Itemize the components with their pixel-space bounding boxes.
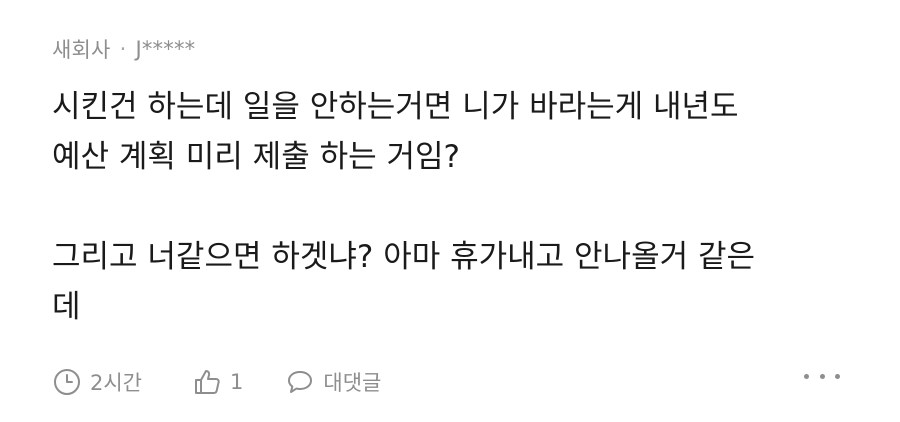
timestamp: 2시간: [52, 367, 142, 397]
comment-meta: 새회사 · J*****: [52, 34, 195, 64]
like-count: 1: [230, 370, 244, 394]
author-name[interactable]: J*****: [135, 37, 195, 61]
clock-icon: [52, 367, 82, 397]
more-options-button[interactable]: [804, 364, 840, 388]
reply-label: 대댓글: [323, 371, 382, 395]
like-button[interactable]: 1: [192, 367, 243, 397]
thumbs-up-icon: [192, 367, 222, 397]
more-horizontal-icon: [804, 373, 809, 379]
comment-body: 시킨건 하는데 일을 안하는거면 니가 바라는게 내년도 예산 계획 미리 제출…: [52, 82, 852, 332]
comment-paragraph: 시킨건 하는데 일을 안하는거면 니가 바라는게 내년도 예산 계획 미리 제출…: [52, 89, 739, 175]
author-company[interactable]: 새회사: [52, 34, 111, 64]
comment-paragraph: 그리고 너같으면 하겟냐? 아마 휴가내고 안나올거 같은 데: [52, 239, 756, 325]
speech-bubble-icon: [285, 367, 315, 397]
meta-separator: ·: [119, 37, 127, 61]
comment-card: 새회사 · J***** 시킨건 하는데 일을 안하는거면 니가 바라는게 내년…: [0, 0, 900, 422]
timestamp-label: 2시간: [90, 371, 143, 395]
more-horizontal-icon: [835, 373, 840, 379]
reply-button[interactable]: 대댓글: [285, 367, 381, 397]
comment-actions: 2시간 1 대댓글: [52, 362, 381, 402]
more-horizontal-icon: [819, 373, 825, 379]
